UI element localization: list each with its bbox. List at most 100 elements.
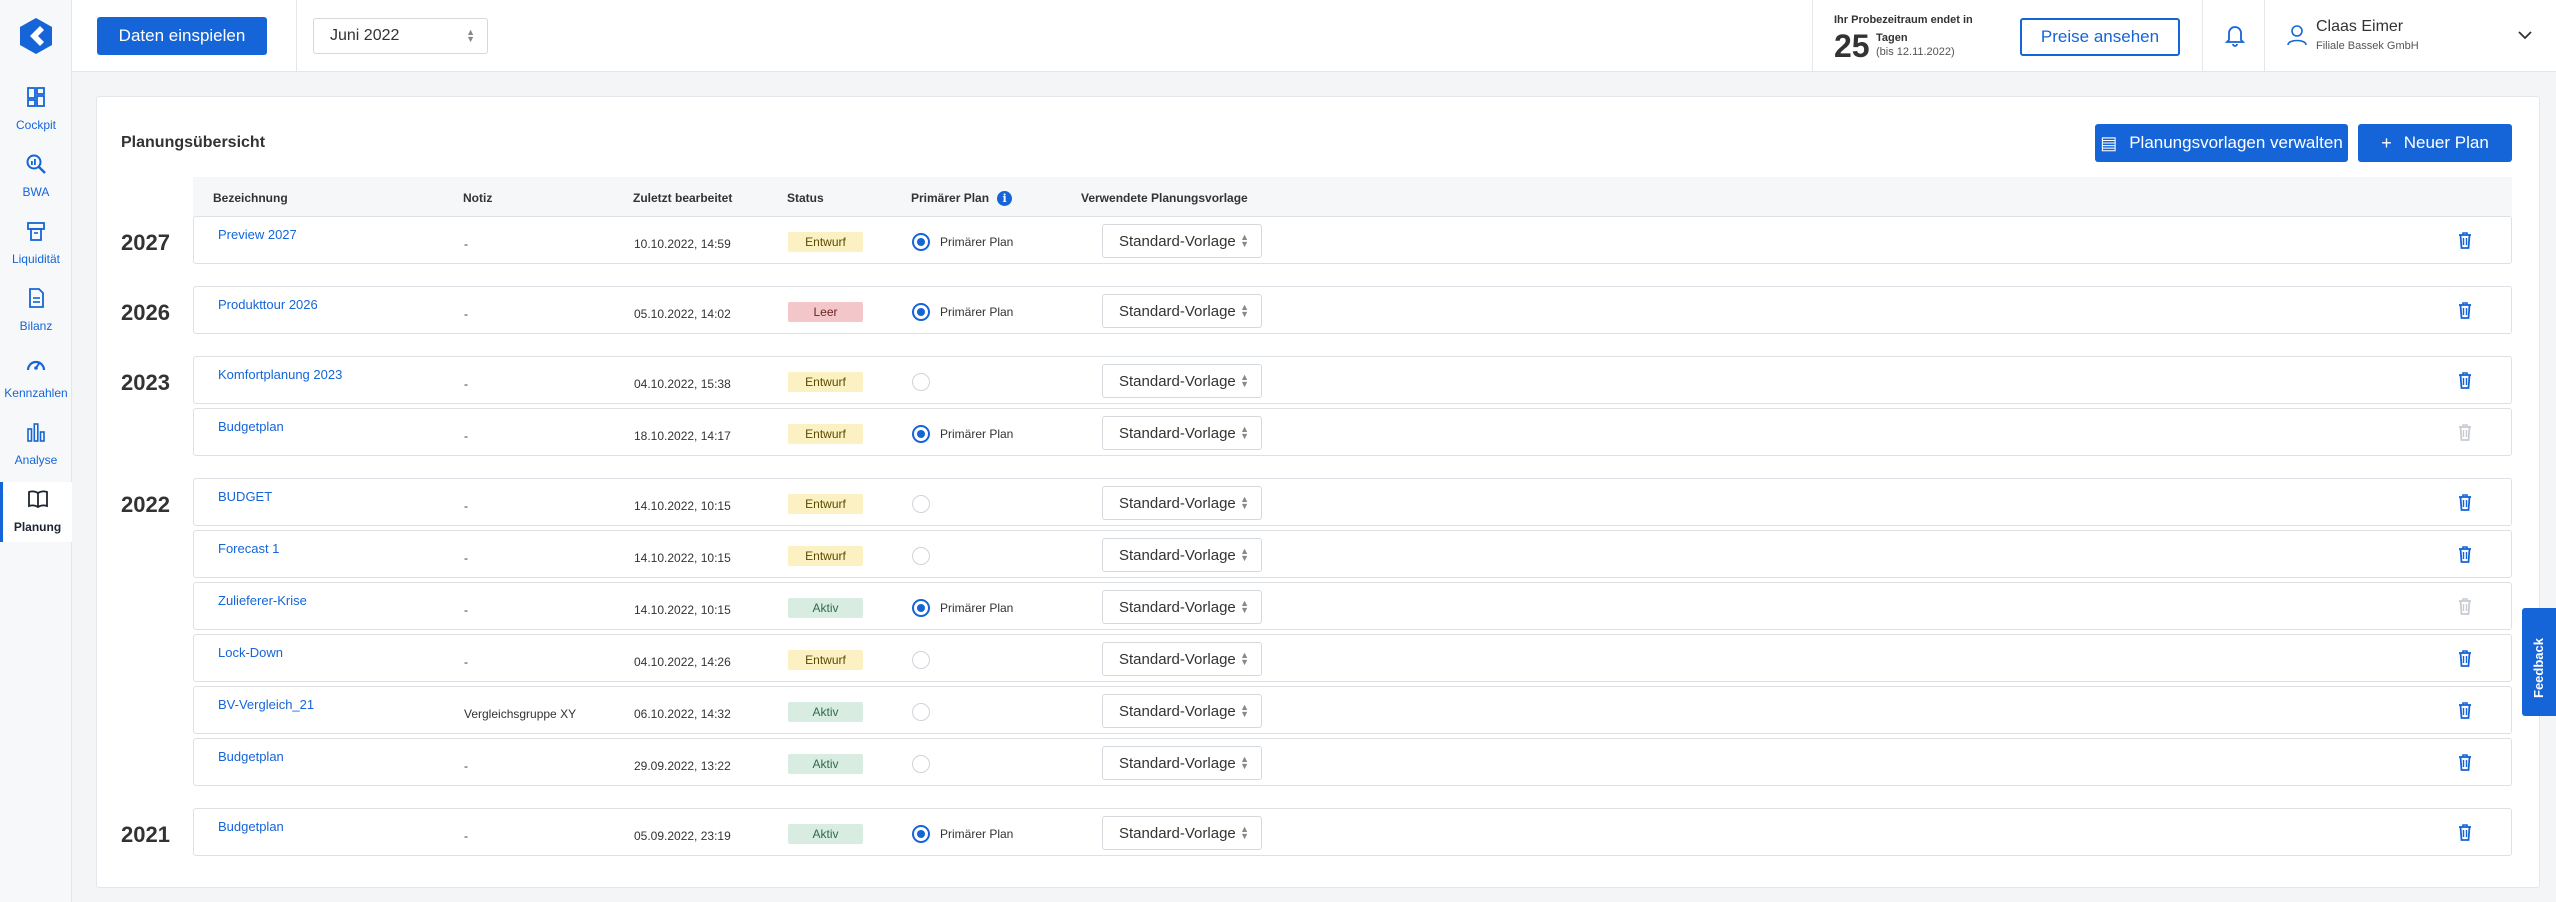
select-arrows-icon: ▲ ▼ xyxy=(466,27,475,44)
layout-icon xyxy=(27,87,45,107)
plan-name-link[interactable]: Lock-Down xyxy=(218,645,283,660)
sidebar-item-label: Kennzahlen xyxy=(4,386,68,400)
primary-plan-radio[interactable] xyxy=(912,703,930,721)
plan-name-link[interactable]: Budgetplan xyxy=(218,819,284,834)
year-label: 2023 xyxy=(121,370,170,395)
user-icon[interactable] xyxy=(2284,22,2310,48)
sidebar-item-label: Cockpit xyxy=(15,118,56,132)
new-plan-label: Neuer Plan xyxy=(2403,133,2489,152)
template-select-value: Standard-Vorlage xyxy=(1119,754,1236,772)
chevron-down-icon[interactable] xyxy=(2516,26,2534,44)
plan-name-link[interactable]: BUDGET xyxy=(218,489,272,504)
sidebar-item-label: Bilanz xyxy=(19,319,53,333)
primary-plan-label: Primärer Plan xyxy=(940,827,1014,841)
plan-name-link[interactable]: Produkttour 2026 xyxy=(218,297,318,312)
primary-plan-radio[interactable] xyxy=(912,303,930,321)
book-icon xyxy=(27,490,48,509)
trial-days-count: 25 xyxy=(1834,28,1870,64)
view-prices-button[interactable]: Preise ansehen xyxy=(2020,18,2180,56)
primary-plan-radio[interactable] xyxy=(912,755,930,773)
status-badge: Aktiv xyxy=(788,598,863,618)
column-header-status: Status xyxy=(787,191,824,205)
primary-plan-radio[interactable] xyxy=(912,547,930,565)
feedback-tab[interactable]: Feedback xyxy=(2522,608,2556,716)
user-name[interactable]: Claas Eimer xyxy=(2316,18,2403,36)
template-select[interactable]: Standard-Vorlage ▲ ▼ xyxy=(1102,224,1262,258)
plan-name-link[interactable]: Budgetplan xyxy=(218,419,284,434)
sidebar-item-analyse[interactable]: Analyse xyxy=(0,415,72,475)
template-select[interactable]: Standard-Vorlage ▲ ▼ xyxy=(1102,538,1262,572)
template-select[interactable]: Standard-Vorlage ▲ ▼ xyxy=(1102,294,1262,328)
sidebar-item-label: Planung xyxy=(13,520,62,534)
divider xyxy=(2202,0,2203,72)
template-select[interactable]: Standard-Vorlage ▲ ▼ xyxy=(1102,486,1262,520)
trash-icon[interactable] xyxy=(2455,822,2475,842)
trash-icon[interactable] xyxy=(2455,700,2475,720)
primary-plan-radio[interactable] xyxy=(912,825,930,843)
status-badge: Entwurf xyxy=(788,232,863,252)
template-select-value: Standard-Vorlage xyxy=(1119,824,1236,842)
trash-icon[interactable] xyxy=(2455,230,2475,250)
select-arrows-icon: ▲ ▼ xyxy=(1240,754,1249,771)
list-icon: ▤ xyxy=(2100,132,2118,153)
column-header-primary: Primärer Plan i xyxy=(911,191,1013,207)
select-arrows-icon: ▲ ▼ xyxy=(1240,702,1249,719)
bell-icon[interactable] xyxy=(2222,22,2248,48)
primary-plan-radio[interactable] xyxy=(912,373,930,391)
app-logo-icon[interactable] xyxy=(16,16,56,56)
plan-name-link[interactable]: Zulieferer-Krise xyxy=(218,593,307,608)
top-bar: Daten einspielen Juni 2022 ▲ ▼ Ihr Probez… xyxy=(72,0,2556,72)
trash-icon[interactable] xyxy=(2455,300,2475,320)
select-arrows-icon: ▲ ▼ xyxy=(1240,546,1249,563)
year-label: 2026 xyxy=(121,300,170,325)
trash-icon[interactable] xyxy=(2455,544,2475,564)
month-select[interactable]: Juni 2022 ▲ ▼ xyxy=(313,18,488,54)
plan-note: - xyxy=(464,499,468,513)
template-select[interactable]: Standard-Vorlage ▲ ▼ xyxy=(1102,816,1262,850)
sidebar-item-bilanz[interactable]: Bilanz xyxy=(0,281,72,341)
sidebar-item-bwa[interactable]: BWA xyxy=(0,147,72,207)
plan-name-link[interactable]: Komfortplanung 2023 xyxy=(218,367,342,382)
trash-icon xyxy=(2455,596,2475,616)
plan-note: - xyxy=(464,655,468,669)
template-select[interactable]: Standard-Vorlage ▲ ▼ xyxy=(1102,416,1262,450)
trash-icon[interactable] xyxy=(2455,752,2475,772)
trash-icon[interactable] xyxy=(2455,492,2475,512)
primary-plan-radio[interactable] xyxy=(912,425,930,443)
primary-plan-label: Primärer Plan xyxy=(940,235,1014,249)
plan-name-link[interactable]: Budgetplan xyxy=(218,749,284,764)
sidebar-item-kennzahlen[interactable]: Kennzahlen xyxy=(0,348,72,408)
template-select[interactable]: Standard-Vorlage ▲ ▼ xyxy=(1102,694,1262,728)
sidebar-item-liquiditaet[interactable]: Liquidität xyxy=(0,214,72,274)
primary-plan-radio[interactable] xyxy=(912,233,930,251)
sidebar-item-cockpit[interactable]: Cockpit xyxy=(0,80,72,140)
primary-plan-radio[interactable] xyxy=(912,651,930,669)
select-arrows-icon: ▲ ▼ xyxy=(1240,424,1249,441)
year-label: 2027 xyxy=(121,230,170,255)
status-badge: Aktiv xyxy=(788,702,863,722)
trash-icon[interactable] xyxy=(2455,370,2475,390)
table-row: Budgetplan - 29.09.2022, 13:22 Aktiv Standar… xyxy=(193,738,2512,786)
import-data-button[interactable]: Daten einspielen xyxy=(97,17,267,55)
table-row: Preview 2027 - 10.10.2022, 14:59 Entwurf Pri… xyxy=(193,216,2512,264)
manage-templates-button[interactable]: ▤ Planungsvorlagen verwalten xyxy=(2095,124,2348,162)
new-plan-button[interactable]: + Neuer Plan xyxy=(2358,124,2512,162)
plan-last-edited: 14.10.2022, 10:15 xyxy=(634,499,731,513)
sidebar-item-planung[interactable]: Planung xyxy=(0,482,72,542)
template-select[interactable]: Standard-Vorlage ▲ ▼ xyxy=(1102,364,1262,398)
plan-name-link[interactable]: Forecast 1 xyxy=(218,541,279,556)
template-select[interactable]: Standard-Vorlage ▲ ▼ xyxy=(1102,590,1262,624)
table-row: Komfortplanung 2023 - 04.10.2022, 15:38 Ent… xyxy=(193,356,2512,404)
plan-name-link[interactable]: BV-Vergleich_21 xyxy=(218,697,314,712)
plan-name-link[interactable]: Preview 2027 xyxy=(218,227,297,242)
template-select[interactable]: Standard-Vorlage ▲ ▼ xyxy=(1102,642,1262,676)
divider xyxy=(1812,0,1813,72)
trash-icon[interactable] xyxy=(2455,648,2475,668)
primary-plan-radio[interactable] xyxy=(912,599,930,617)
info-icon[interactable]: i xyxy=(997,191,1013,207)
primary-plan-radio[interactable] xyxy=(912,495,930,513)
table-row: BV-Vergleich_21 Vergleichsgruppe XY 06.10.… xyxy=(193,686,2512,734)
template-select[interactable]: Standard-Vorlage ▲ ▼ xyxy=(1102,746,1262,780)
plan-last-edited: 14.10.2022, 10:15 xyxy=(634,551,731,565)
trial-info: Ihr Probezeitraum endet in 25 Tagen (bis… xyxy=(1834,14,2004,64)
